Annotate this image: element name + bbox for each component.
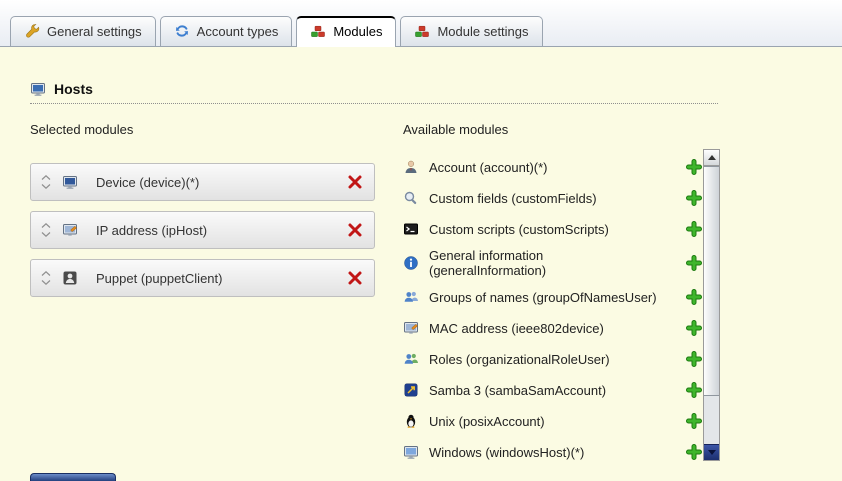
add-module-button[interactable] [685, 412, 703, 430]
module-columns: Selected modules Device (device)(*) [30, 122, 812, 461]
drag-handle-icon[interactable] [41, 175, 53, 189]
module-settings-icon [414, 23, 430, 39]
tab-label: Module settings [437, 24, 528, 39]
tab-label: Modules [333, 24, 382, 39]
content-area: Hosts Selected modules Device (device)(*… [0, 81, 842, 461]
tab-general-settings[interactable]: General settings [10, 16, 156, 46]
add-module-button[interactable] [685, 254, 703, 272]
available-modules-viewport: Account (account)(*) Custom fields (cust… [403, 149, 723, 461]
selected-module-row-device[interactable]: Device (device)(*) [30, 163, 375, 201]
available-module-label: Custom fields (customFields) [429, 191, 657, 206]
available-modules-scrollbar[interactable] [703, 149, 720, 461]
add-module-button[interactable] [685, 288, 703, 306]
roles-icon [403, 351, 419, 367]
selected-module-label: Puppet (puppetClient) [96, 271, 346, 286]
samba-icon [403, 382, 419, 398]
ip-address-icon [62, 222, 78, 238]
available-module-row-windows: Windows (windowsHost)(*) [403, 440, 703, 461]
scroll-up-button[interactable] [704, 150, 719, 166]
device-icon [62, 174, 78, 190]
available-module-label: Custom scripts (customScripts) [429, 222, 657, 237]
available-module-label: Unix (posixAccount) [429, 414, 657, 429]
available-module-label: Account (account)(*) [429, 160, 657, 175]
scroll-down-arrow-icon [708, 450, 716, 455]
scroll-down-button[interactable] [704, 444, 719, 460]
remove-module-button[interactable] [346, 173, 364, 191]
bottom-button-partial[interactable] [30, 473, 116, 481]
available-modules-list: Account (account)(*) Custom fields (cust… [403, 149, 703, 461]
available-module-row-unix: Unix (posixAccount) [403, 409, 703, 433]
available-module-label: Windows (windowsHost)(*) [429, 445, 657, 460]
available-module-row-groups-of-names: Groups of names (groupOfNamesUser) [403, 285, 703, 309]
available-module-label: MAC address (ieee802device) [429, 321, 657, 336]
available-modules-column: Available modules Account (account)(*) [403, 122, 723, 461]
modules-icon [310, 23, 326, 39]
add-module-button[interactable] [685, 381, 703, 399]
groups-icon [403, 289, 419, 305]
add-module-button[interactable] [685, 443, 703, 461]
custom-fields-icon [403, 190, 419, 206]
drag-handle-icon[interactable] [41, 223, 53, 237]
add-module-button[interactable] [685, 189, 703, 207]
scrollbar-track[interactable] [704, 396, 719, 444]
add-module-button[interactable] [685, 350, 703, 368]
scrollbar-thumb[interactable] [704, 166, 719, 396]
add-module-button[interactable] [685, 158, 703, 176]
available-module-row-roles: Roles (organizationalRoleUser) [403, 347, 703, 371]
available-module-row-custom-scripts: Custom scripts (customScripts) [403, 217, 703, 241]
tab-bar: General settings Account types Modules M… [0, 0, 842, 47]
tab-label: Account types [197, 24, 279, 39]
unix-icon [403, 413, 419, 429]
puppet-icon [62, 270, 78, 286]
selected-module-row-puppet[interactable]: Puppet (puppetClient) [30, 259, 375, 297]
host-monitor-icon [30, 81, 46, 97]
selected-modules-heading: Selected modules [30, 122, 380, 137]
section-header-hosts: Hosts [30, 81, 718, 104]
add-module-button[interactable] [685, 319, 703, 337]
available-module-label: Groups of names (groupOfNamesUser) [429, 290, 657, 305]
mac-address-icon [403, 320, 419, 336]
selected-modules-column: Selected modules Device (device)(*) [30, 122, 380, 461]
selected-modules-list: Device (device)(*) IP address (ipHost) [30, 163, 380, 297]
tab-modules[interactable]: Modules [296, 16, 396, 47]
available-module-row-account: Account (account)(*) [403, 155, 703, 179]
available-module-row-mac-address: MAC address (ieee802device) [403, 316, 703, 340]
selected-module-row-ip-address[interactable]: IP address (ipHost) [30, 211, 375, 249]
drag-handle-icon[interactable] [41, 271, 53, 285]
custom-scripts-icon [403, 221, 419, 237]
info-icon [403, 255, 419, 271]
tab-account-types[interactable]: Account types [160, 16, 293, 46]
section-title: Hosts [54, 81, 93, 97]
available-modules-heading: Available modules [403, 122, 723, 137]
account-icon [403, 159, 419, 175]
tab-label: General settings [47, 24, 142, 39]
available-module-label: General information (generalInformation) [429, 248, 657, 278]
module-configuration-page: General settings Account types Modules M… [0, 0, 842, 481]
scroll-up-arrow-icon [708, 155, 716, 160]
available-module-row-custom-fields: Custom fields (customFields) [403, 186, 703, 210]
selected-module-label: Device (device)(*) [96, 175, 346, 190]
remove-module-button[interactable] [346, 269, 364, 287]
account-types-icon [174, 23, 190, 39]
selected-module-label: IP address (ipHost) [96, 223, 346, 238]
available-module-row-general-information: General information (generalInformation) [403, 248, 703, 278]
available-module-row-samba-3: Samba 3 (sambaSamAccount) [403, 378, 703, 402]
add-module-button[interactable] [685, 220, 703, 238]
windows-icon [403, 444, 419, 460]
available-module-label: Samba 3 (sambaSamAccount) [429, 383, 657, 398]
remove-module-button[interactable] [346, 221, 364, 239]
tab-module-settings[interactable]: Module settings [400, 16, 542, 46]
tools-icon [24, 23, 40, 39]
available-module-label: Roles (organizationalRoleUser) [429, 352, 657, 367]
